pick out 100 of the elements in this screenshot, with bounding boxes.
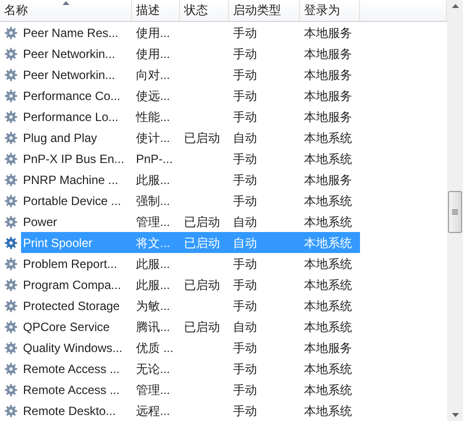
table-cell-text: 手动: [232, 276, 258, 294]
table-cell-text: 管理...: [135, 382, 172, 398]
table-cell-text: Performance Lo...: [22, 108, 120, 126]
column-header[interactable]: 描述: [132, 0, 180, 21]
table-cell-text: 手动: [232, 256, 258, 272]
gear-icon: [4, 278, 18, 292]
scrollbar[interactable]: [447, 0, 463, 421]
table-cell-text: 已启动: [183, 276, 221, 294]
table-cell: 已启动: [180, 232, 229, 253]
gear-icon: [4, 214, 18, 228]
table-cell-text: Peer Name Res...: [22, 24, 120, 42]
table-cell-text: Remote Access ...: [22, 360, 121, 378]
table-cell-text: 手动: [232, 150, 258, 168]
table-cell-text: 此服...: [135, 256, 172, 272]
column-header[interactable]: 名称: [0, 0, 132, 21]
table-cell-text: Remote Access ...: [22, 382, 121, 398]
table-cell-text: 手动: [232, 88, 258, 104]
table-cell-text: Quality Windows...: [22, 340, 124, 356]
grip-icon: [452, 209, 458, 215]
gear-icon: [4, 236, 18, 250]
gear-icon: [4, 46, 18, 60]
table-cell-text: 手动: [232, 24, 258, 42]
table-cell-text: 手动: [232, 298, 258, 314]
table-cell-text: 已启动: [183, 318, 221, 336]
table-cell-text: 本地系统: [303, 298, 353, 314]
table-cell-text: 向对...: [135, 66, 172, 84]
table-cell-text: 手动: [232, 108, 258, 126]
table-cell-text: Portable Device ...: [22, 192, 122, 210]
table-cell-text: 已启动: [183, 214, 221, 230]
table-cell-text: QPCore Service: [22, 318, 111, 336]
table-cell-text: 远程...: [135, 402, 172, 420]
gear-icon: [4, 320, 18, 334]
table-cell: 将文...: [132, 232, 180, 253]
table-cell-text: 本地服务: [303, 88, 353, 104]
table-cell-text: 自动: [232, 214, 258, 230]
table-cell-text: 本地服务: [303, 172, 353, 188]
table-cell-text: 已启动: [183, 130, 221, 146]
table-cell-text: 本地系统: [303, 276, 353, 294]
gear-icon: [4, 26, 18, 40]
table-cell-text: 此服...: [135, 276, 172, 294]
table-cell-text: Protected Storage: [22, 298, 121, 314]
table-cell-text: PnP-X IP Bus En...: [22, 150, 126, 168]
table-cell-text: 腾讯...: [135, 318, 172, 336]
table-cell-text: 使用...: [135, 46, 172, 62]
table-cell-text: Power: [22, 214, 58, 230]
gear-icon: [4, 194, 18, 208]
table-cell-text: Problem Report...: [22, 256, 118, 272]
table-cell-text: Program Compa...: [22, 276, 122, 294]
table-cell-text: PNRP Machine ...: [22, 172, 120, 188]
table-cell-text: PnP-...: [135, 150, 174, 168]
gear-icon: [4, 130, 18, 144]
table-cell-text: 优质 ...: [135, 340, 174, 356]
table-cell-text: 手动: [232, 402, 258, 420]
table-cell-text: 使计...: [135, 130, 172, 146]
table-cell: 本地系统: [300, 232, 360, 253]
table-cell-text: 本地系统: [303, 318, 353, 336]
table-cell-text: 本地系统: [303, 360, 353, 378]
gear-icon: [4, 110, 18, 124]
table-cell-text: 手动: [232, 192, 258, 210]
scroll-down-icon[interactable]: [452, 413, 458, 417]
scroll-up-icon[interactable]: [452, 4, 458, 8]
gear-icon: [4, 68, 18, 82]
table-cell-text: 无论...: [135, 360, 172, 378]
table-cell-text: 强制...: [135, 192, 172, 210]
table-cell-text: 手动: [232, 340, 258, 356]
gear-icon: [4, 404, 18, 418]
table-cell-text: 手动: [232, 382, 258, 398]
table-cell-text: 本地系统: [303, 130, 353, 146]
table-cell-text: 本地系统: [303, 214, 353, 230]
column-header[interactable]: 登录为: [300, 0, 360, 21]
column-header[interactable]: 启动类型: [229, 0, 300, 21]
column-header[interactable]: 状态: [180, 0, 229, 21]
table-cell-text: 本地系统: [303, 256, 353, 272]
table-cell-text: Remote Deskto...: [22, 402, 117, 420]
table-cell-text: 本地系统: [303, 192, 353, 210]
table-cell-text: 性能...: [134, 108, 172, 126]
table-cell-text: Peer Networkin...: [22, 46, 116, 62]
table-cell-text: 手动: [232, 172, 258, 188]
gear-icon: [4, 152, 18, 166]
table-cell-text: 自动: [232, 318, 258, 336]
table-cell-text: 手动: [232, 46, 258, 62]
table-cell-text: 本地服务: [303, 340, 353, 356]
table-cell-text: 本地服务: [303, 108, 353, 126]
gear-icon: [4, 172, 18, 186]
table-cell: 自动: [229, 232, 300, 253]
table-cell-text: 此服...: [135, 172, 172, 188]
table-cell-text: 本地服务: [303, 24, 353, 42]
gear-icon: [4, 88, 18, 102]
scroll-thumb[interactable]: [448, 191, 462, 233]
table-cell-text: 本地系统: [303, 402, 353, 420]
table-cell-text: 手动: [232, 360, 258, 378]
table-cell-text: Peer Networkin...: [22, 66, 116, 84]
gear-icon: [4, 256, 18, 270]
table-cell-text: 使用...: [135, 24, 172, 42]
table-cell: Print Spooler: [21, 232, 132, 253]
table-cell-text: Plug and Play: [22, 130, 98, 146]
table-cell-text: 管理...: [135, 214, 172, 230]
gear-icon: [4, 340, 18, 354]
table-cell-text: 手动: [232, 66, 258, 84]
table-cell-text: 使远...: [135, 88, 172, 104]
